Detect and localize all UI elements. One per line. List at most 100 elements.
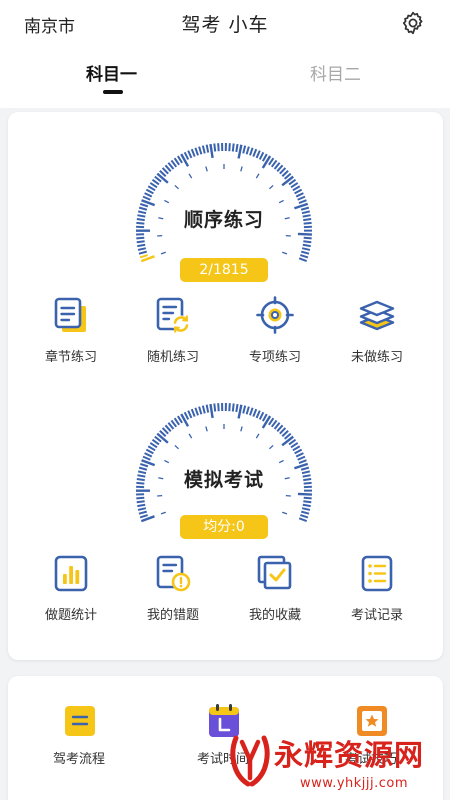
gauge-tick (194, 407, 199, 416)
gauge-tick (235, 403, 239, 413)
gauge-tick (151, 178, 160, 186)
gauge-inner-tick (174, 184, 179, 190)
gauge-tick (151, 438, 160, 446)
topic-practice-button[interactable]: 专项练习 (230, 296, 320, 368)
record-list-icon (358, 554, 396, 594)
tab-subject-two[interactable]: 科目二 (310, 60, 361, 85)
gauge-tick (213, 403, 217, 412)
gauge-tick (213, 143, 217, 152)
gauge-tick (205, 404, 210, 413)
gauge-tick (177, 415, 183, 424)
random-practice-label: 随机练习 (146, 350, 199, 365)
watermark-url: www.yhkjjj.com (300, 776, 409, 791)
gauge-tick (300, 514, 309, 519)
gauge-tick (255, 150, 261, 159)
gauge-inner-tick (188, 173, 193, 179)
shuffle-icon (154, 296, 192, 336)
gauge-tick (301, 510, 310, 515)
exam-records-button[interactable]: 考试记录 (332, 554, 422, 626)
gauge-tick (173, 157, 180, 166)
gauge-tick (194, 147, 199, 156)
progress-badge: 2/1815 (180, 258, 268, 282)
exam-process-button[interactable]: 驾考流程 (24, 700, 134, 780)
gauge-tick (235, 143, 239, 153)
gauge-inner-tick (282, 251, 288, 255)
gauge-inner-tick (174, 444, 179, 450)
watermark-logo-icon (230, 735, 270, 787)
my-favorites-button[interactable]: 我的收藏 (230, 554, 320, 626)
flow-icon (64, 704, 96, 738)
gauge-tick (298, 459, 307, 464)
gauge-tick (177, 155, 183, 164)
gauge-inner-tick (164, 459, 170, 464)
gauge-tick (217, 403, 220, 412)
gauge-tick (281, 175, 294, 187)
error-icon (154, 554, 192, 594)
app-title: 驾考 小车 (181, 14, 269, 36)
document-icon (52, 296, 90, 336)
gauge-tick (190, 148, 196, 157)
gauge-tick (149, 442, 158, 449)
my-mistakes-button[interactable]: 我的错题 (128, 554, 218, 626)
gauge-tick (303, 500, 312, 504)
undone-practice-label: 未做练习 (350, 350, 403, 365)
gauge-inner-tick (282, 511, 288, 515)
gauge-tick (301, 247, 311, 251)
gauge-tick (292, 445, 301, 452)
question-stats-label: 做题统计 (44, 608, 97, 623)
gauge-tick (298, 199, 307, 204)
gauge-tick (262, 413, 268, 422)
mock-exam-gauge[interactable]: 模拟考试 均分:0 (129, 394, 319, 544)
gauge-tick (138, 510, 147, 515)
exam-tools: 做题统计 我的错题 我的收藏 考试记录 (8, 554, 443, 626)
undone-practice-button[interactable]: 未做练习 (332, 296, 422, 368)
sequential-practice-gauge[interactable]: 顺序练习 2/1815 (129, 134, 319, 284)
gauge-tick (298, 517, 308, 523)
gauge-tick (300, 254, 309, 259)
gauge-tick (209, 143, 214, 159)
chapter-practice-button[interactable]: 章节练习 (26, 296, 116, 368)
exam-records-label: 考试记录 (350, 608, 403, 623)
gauge-inner-tick (164, 199, 170, 204)
my-favorites-label: 我的收藏 (248, 608, 301, 623)
gauge-tick (136, 236, 145, 240)
gauge-tick (301, 250, 310, 255)
gauge-tick (297, 455, 306, 461)
question-stats-button[interactable]: 做题统计 (26, 554, 116, 626)
gauge-tick (298, 257, 308, 263)
gauge-tick (136, 500, 145, 504)
watermark-text: 永辉资源网 (274, 738, 425, 772)
gauge-tick (156, 432, 169, 444)
gauge-tick (242, 145, 247, 154)
gauge-tick (303, 496, 312, 500)
random-practice-button[interactable]: 随机练习 (128, 296, 218, 368)
gauge-tick (231, 403, 235, 412)
gauge-tick (187, 410, 193, 419)
exam-process-label: 驾考流程 (52, 752, 105, 767)
tab-subject-one[interactable]: 科目一 (86, 60, 137, 85)
gauge-tick (297, 492, 312, 496)
gauge-tick (198, 146, 203, 155)
gauge-inner-tick (240, 166, 243, 172)
gauge-inner-tick (278, 459, 284, 464)
gear-icon[interactable] (400, 10, 426, 36)
gauge-tick (139, 254, 148, 259)
gauge-tick (237, 404, 243, 419)
gauge-tick (201, 405, 206, 414)
gauge-tick (245, 146, 250, 155)
gauge-inner-tick (205, 166, 208, 172)
gauge-inner-tick (160, 251, 166, 255)
gauge-tick (252, 408, 258, 417)
gauge-tick (303, 236, 312, 240)
gauge-tick (242, 405, 247, 414)
gauge-inner-tick (160, 511, 166, 515)
gauge-tick (252, 148, 258, 157)
gauge-tick (237, 144, 243, 159)
gauge-tick (144, 192, 153, 198)
bar-chart-icon (52, 554, 90, 594)
layers-icon (358, 296, 396, 336)
gauge-tick (297, 195, 306, 201)
gauge-inner-tick (255, 433, 260, 439)
top-bar: 南京市 驾考 小车 (0, 0, 450, 46)
gauge-tick (281, 435, 294, 447)
